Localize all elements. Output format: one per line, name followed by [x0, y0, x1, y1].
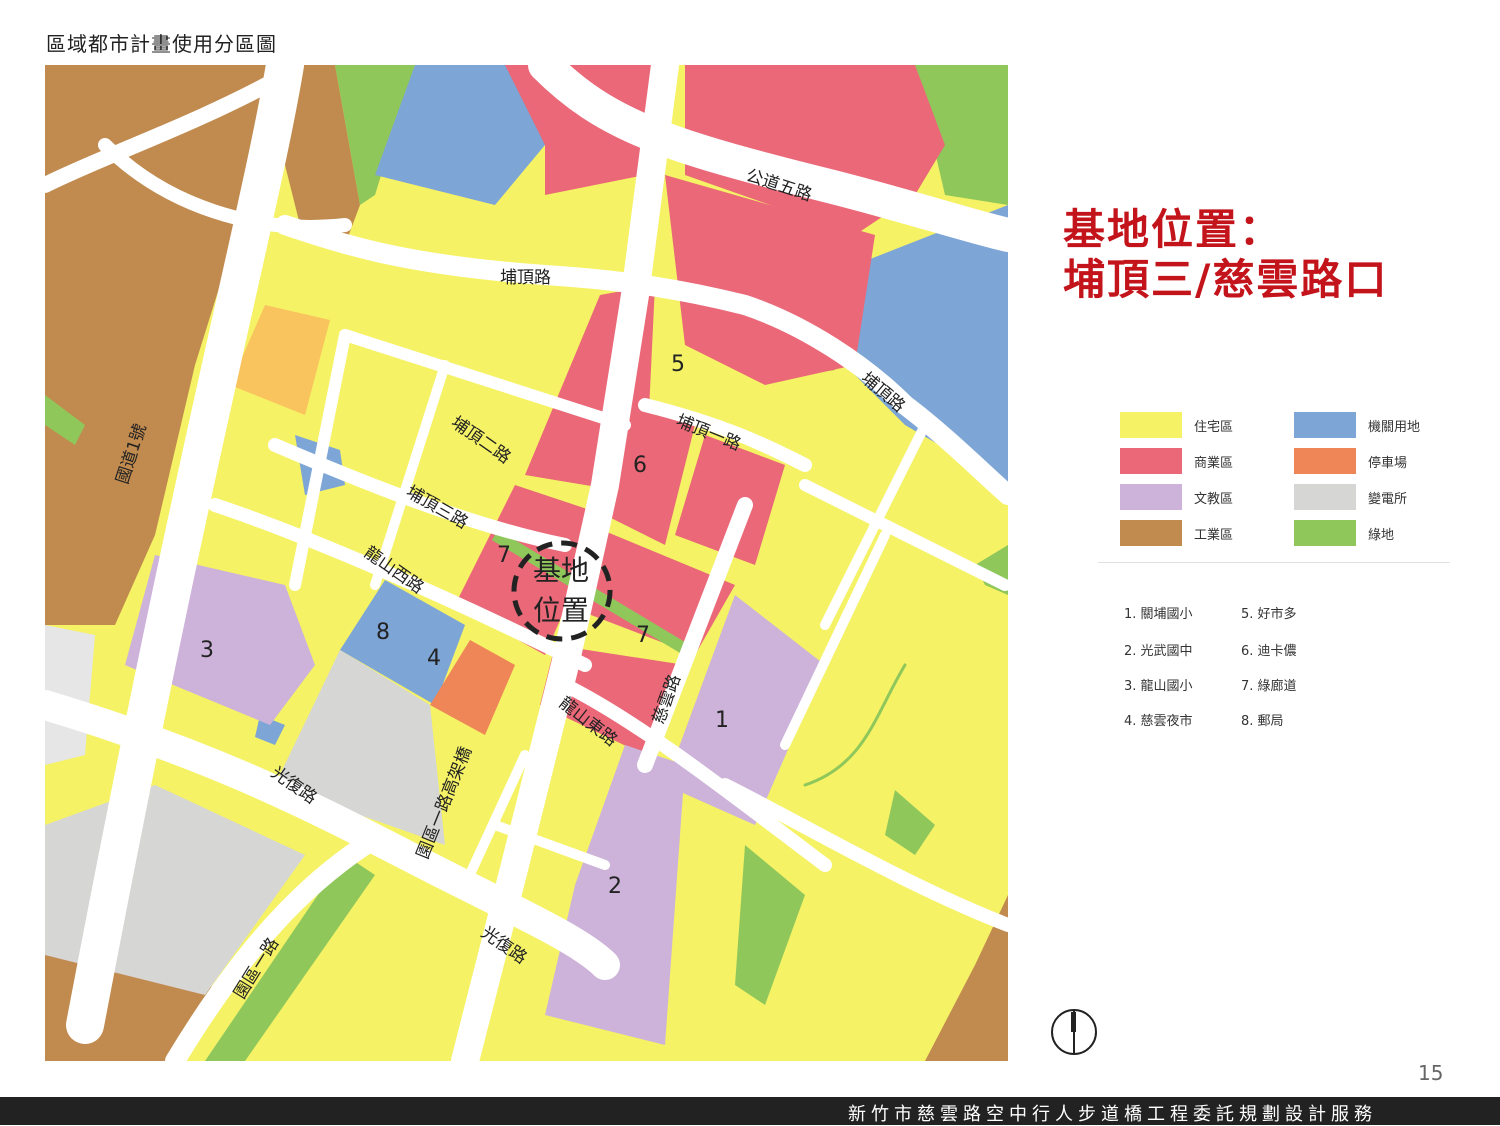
zone-number-3: 3: [200, 638, 214, 663]
footer-bar: 新竹市慈雲路空中行人步道橋工程委託規劃設計服務: [0, 1097, 1500, 1125]
zone-number-2: 2: [608, 874, 622, 899]
legend-swatch: [1294, 520, 1356, 546]
legend-label: 工業區: [1194, 527, 1234, 543]
poi-item: 7. 綠廊道: [1241, 679, 1297, 694]
legend-swatch: [1120, 520, 1182, 546]
legend-label: 文教區: [1194, 491, 1234, 507]
poi-item: 6. 迪卡儂: [1241, 644, 1297, 659]
legend-item-parking: 停車場: [1294, 448, 1407, 474]
zone-number-8: 8: [376, 620, 390, 645]
page-title: 區域都市計畫使用分區圖: [46, 32, 277, 56]
zoning-map: 公道五路 埔頂路 埔頂路 埔頂一路 埔頂二路 埔頂三路 龍山西路 龍山東路 慈雲…: [45, 65, 1008, 1061]
footer-text: 新竹市慈雲路空中行人步道橋工程委託規劃設計服務: [848, 1104, 1377, 1125]
legend-label: 停車場: [1368, 455, 1408, 471]
legend-swatch: [1120, 484, 1182, 510]
legend-label: 綠地: [1368, 527, 1395, 543]
page-number: 15: [1418, 1061, 1444, 1085]
legend-item-residential: 住宅區: [1120, 412, 1233, 438]
legend-divider: [1098, 562, 1450, 563]
site-location-heading: 基地位置： 埔頂三/慈雲路口: [1063, 205, 1388, 305]
north-arrow-icon: [1051, 1009, 1097, 1055]
site-marker-text-line1: 基地: [533, 554, 589, 587]
road-label-buding: 埔頂路: [500, 268, 551, 288]
zone-number-5: 5: [671, 352, 685, 377]
zone-number-7b: 7: [636, 623, 650, 648]
legend-item-commercial: 商業區: [1120, 448, 1233, 474]
legend-label: 機關用地: [1368, 419, 1421, 435]
poi-item: 4. 慈雲夜市: [1124, 714, 1193, 729]
legend-label: 商業區: [1194, 455, 1234, 471]
poi-item: 3. 龍山國小: [1124, 679, 1193, 694]
poi-item: 5. 好市多: [1241, 607, 1297, 622]
legend-item-green: 綠地: [1294, 520, 1394, 546]
legend-swatch: [1294, 484, 1356, 510]
legend-swatch: [1294, 448, 1356, 474]
poi-item: 1. 關埔國小: [1124, 607, 1193, 622]
zone-number-6: 6: [633, 453, 647, 478]
site-marker-text-line2: 位置: [533, 594, 589, 627]
poi-item: 2. 光武國中: [1124, 644, 1193, 659]
legend-swatch: [1120, 448, 1182, 474]
zone-number-7a: 7: [497, 543, 511, 568]
zoning-map-graphic: 公道五路 埔頂路 埔頂路 埔頂一路 埔頂二路 埔頂三路 龍山西路 龍山東路 慈雲…: [45, 65, 1008, 1061]
legend-item-substation: 變電所: [1294, 484, 1407, 510]
legend-swatch: [1120, 412, 1182, 438]
site-location-line1: 基地位置：: [1063, 205, 1284, 254]
poi-item: 8. 郵局: [1241, 714, 1284, 729]
site-location-line2: 埔頂三/慈雲路口: [1063, 255, 1389, 304]
zone-number-4: 4: [427, 646, 441, 671]
legend-item-industrial: 工業區: [1120, 520, 1233, 546]
legend-label: 住宅區: [1194, 419, 1234, 435]
legend-item-education: 文教區: [1120, 484, 1233, 510]
legend-label: 變電所: [1368, 491, 1408, 507]
legend-swatch: [1294, 412, 1356, 438]
zone-number-1: 1: [715, 708, 729, 733]
legend-item-government: 機關用地: [1294, 412, 1420, 438]
